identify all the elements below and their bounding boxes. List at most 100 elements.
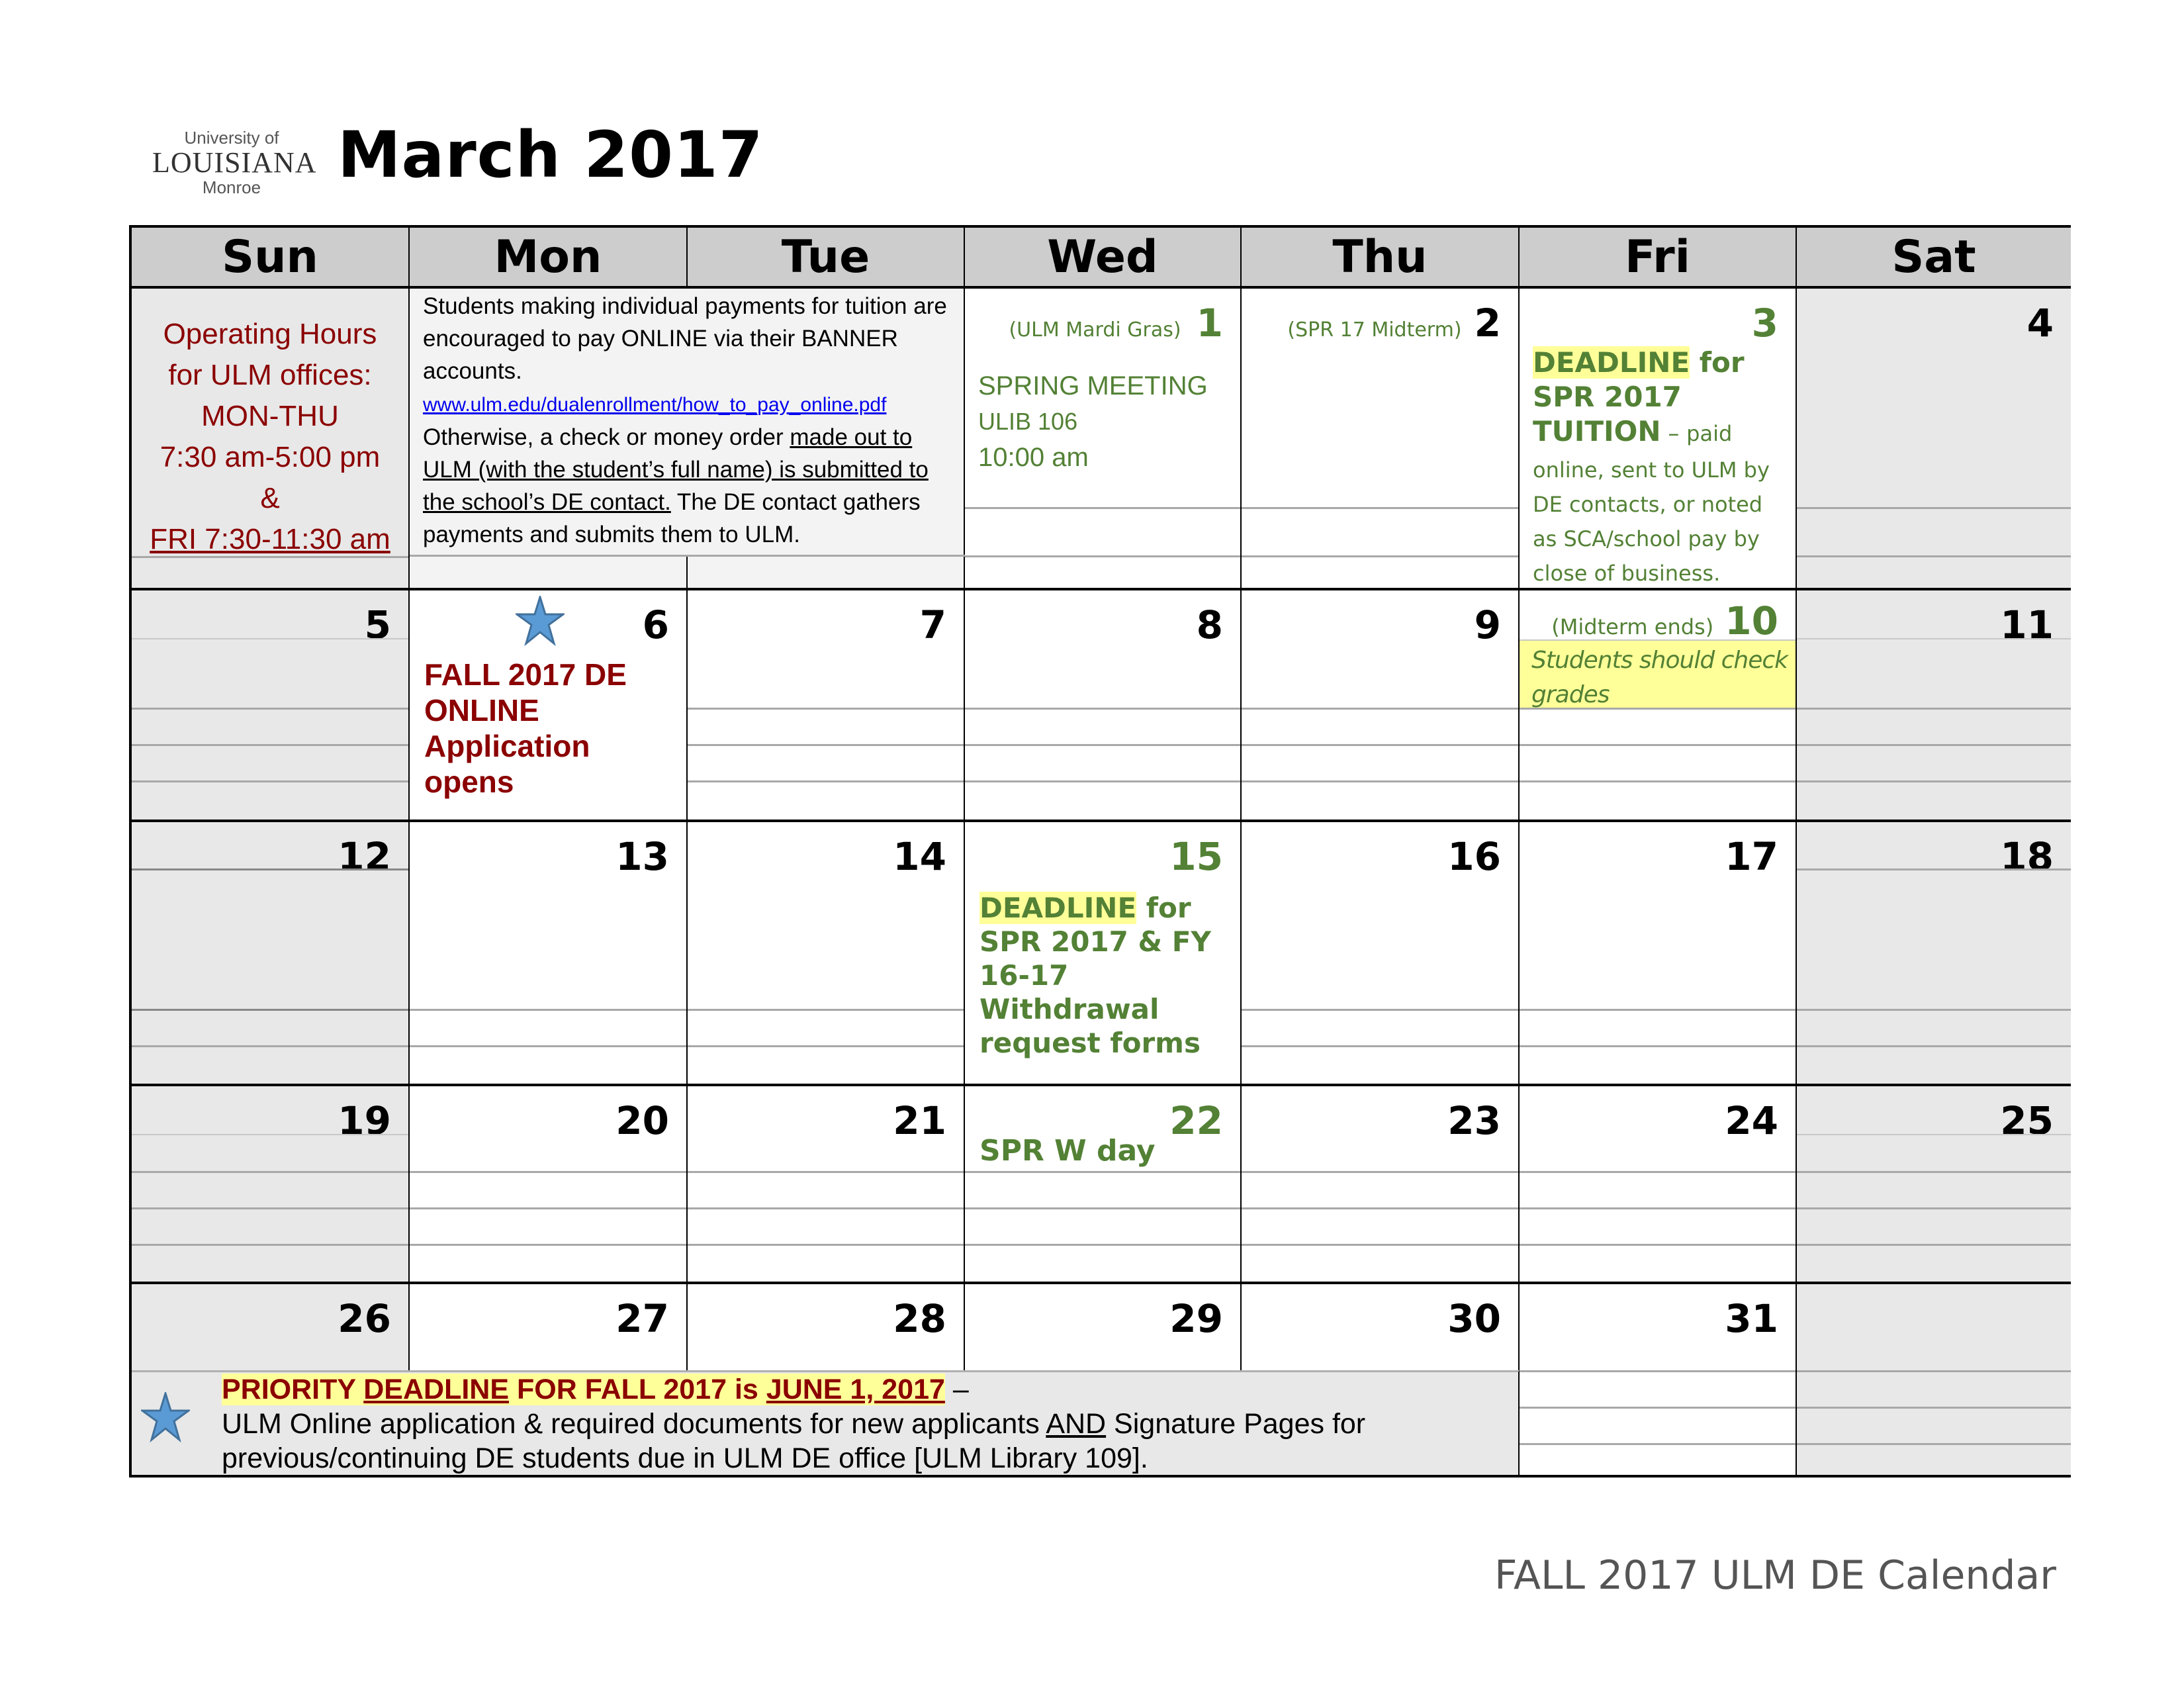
star-icon [141, 1392, 190, 1442]
day-cell-16[interactable]: 16 [1242, 822, 1520, 1086]
day-number: 18 [2000, 834, 2054, 879]
priority-headline: PRIORITY DEADLINE FOR FALL 2017 is JUNE … [222, 1374, 945, 1405]
day-number: 16 [1447, 834, 1501, 879]
pay-online-link[interactable]: www.ulm.edu/dualenrollment/how_to_pay_on… [423, 394, 886, 416]
tuition-deadline: DEADLINE for SPR 2017 TUITION – paid onl… [1533, 346, 1791, 588]
day-label: (SPR 17 Midterm) [1287, 318, 1462, 342]
day-cell-20[interactable]: 20 [410, 1086, 688, 1284]
day-cell-15[interactable]: 15 DEADLINE for SPR 2017 & FY 16-17 With… [965, 822, 1242, 1086]
event-line: ULIB 106 [978, 408, 1078, 435]
priority-text: PRIORITY DEADLINE FOR FALL 2017 is JUNE … [222, 1372, 1506, 1475]
day-number: 19 [338, 1098, 391, 1143]
hours-line: for ULM offices: [168, 359, 372, 391]
logo-line-2: LOUISIANA [152, 146, 317, 179]
priority-date: JUNE 1, 2017 [766, 1374, 945, 1405]
priority-deadline-banner: PRIORITY DEADLINE FOR FALL 2017 is JUNE … [132, 1370, 1520, 1475]
day-cell-22[interactable]: 22 SPR W day [965, 1086, 1242, 1284]
day-cell-27[interactable]: 27 [410, 1284, 688, 1370]
payment-text: Otherwise, a check or money order [423, 424, 790, 450]
day-cell-13[interactable]: 13 [410, 822, 688, 1086]
day-cell-4[interactable]: 4 [1797, 289, 2071, 590]
day-cell-18[interactable]: 18 [1797, 822, 2071, 1086]
day-cell-25[interactable]: 25 [1797, 1086, 2071, 1284]
day-header-sat: Sat [1797, 228, 2071, 289]
deadline-highlight: DEADLINE [979, 892, 1137, 924]
day-cell-29[interactable]: 29 [965, 1284, 1242, 1370]
spring-meeting-event: SPRING MEETING ULIB 106 10:00 am [978, 368, 1208, 475]
day-cell-23[interactable]: 23 [1242, 1086, 1520, 1284]
day-number: 7 [919, 602, 946, 647]
w-day-event: SPR W day [979, 1134, 1156, 1168]
day-cell-9[interactable]: 9 [1242, 590, 1520, 822]
star-icon [516, 596, 565, 646]
mon-feb27-sub [410, 556, 688, 590]
day-cell-30[interactable]: 30 [1242, 1284, 1520, 1370]
day-cell-17[interactable]: 17 [1520, 822, 1797, 1086]
payment-note: Students making individual payments for … [423, 290, 952, 551]
footer-caption: FALL 2017 ULM DE Calendar [1494, 1552, 2056, 1599]
day-cell-12[interactable]: 12 [132, 822, 410, 1086]
day-number: 2 [1474, 301, 1501, 346]
day-number: 20 [615, 1098, 669, 1143]
day-cell-10[interactable]: (Midterm ends) 10 Students should check … [1520, 590, 1797, 822]
day-header-line: (Midterm ends) 10 [1551, 598, 1778, 643]
day-number: 24 [1725, 1098, 1778, 1143]
page-title: March 2017 [338, 118, 764, 192]
day-header-tue: Tue [688, 228, 965, 289]
day-header-thu: Thu [1242, 228, 1520, 289]
day-number: 6 [642, 602, 669, 647]
calendar-grid: Sun Mon Tue Wed Thu Fri Sat Operating Ho… [129, 225, 2071, 1477]
deadline-highlight: DEADLINE [1533, 346, 1690, 379]
day-cell-7[interactable]: 7 [688, 590, 965, 822]
day-cell-3[interactable]: 3 DEADLINE for SPR 2017 TUITION – paid o… [1520, 289, 1797, 590]
day-number: 11 [2000, 602, 2054, 647]
deadline-text: for [1690, 346, 1745, 379]
day-cell-2[interactable]: (SPR 17 Midterm) 2 [1242, 289, 1520, 590]
check-grades-text: Students should check grades [1531, 647, 1788, 708]
priority-detail: ULM Online application & required docume… [222, 1408, 1046, 1440]
operating-hours: Operating Hours for ULM offices: MON-THU… [132, 314, 408, 560]
hours-line: Operating Hours [163, 318, 377, 350]
day-cell-26[interactable]: 26 [132, 1284, 410, 1370]
day-cell-28[interactable]: 28 [688, 1284, 965, 1370]
day-header-fri: Fri [1520, 228, 1797, 289]
day-number: 13 [615, 834, 669, 879]
day-cell-6[interactable]: 6 FALL 2017 DE ONLINE Application opens [410, 590, 688, 822]
withdrawal-deadline: DEADLINE for SPR 2017 & FY 16-17 Withdra… [979, 891, 1238, 1060]
day-cell-24[interactable]: 24 [1520, 1086, 1797, 1284]
day-number: 9 [1474, 602, 1501, 647]
event-line: 10:00 am [978, 443, 1089, 472]
event-line: SPRING MEETING [978, 371, 1208, 400]
day-cell-5[interactable]: 5 [132, 590, 410, 822]
application-opens-event: FALL 2017 DE ONLINE Application opens [424, 657, 627, 799]
day-number: 26 [338, 1296, 391, 1341]
day-number: 5 [364, 602, 391, 647]
day-number: 17 [1725, 834, 1778, 879]
day-cell-11[interactable]: 11 [1797, 590, 2071, 822]
day-cell-8[interactable]: 8 [965, 590, 1242, 822]
day-number: 4 [2026, 301, 2054, 346]
day-number: 10 [1725, 598, 1778, 643]
day-number: 28 [893, 1296, 946, 1341]
priority-detail-underlined: AND [1046, 1408, 1107, 1440]
day-header-sun: Sun [132, 228, 410, 289]
logo-line-3: Monroe [202, 177, 261, 197]
day-number: 12 [338, 834, 391, 879]
day-number: 25 [2000, 1098, 2054, 1143]
priority-part: DEADLINE [363, 1374, 510, 1405]
day-number: 31 [1725, 1296, 1778, 1341]
day-cell-1[interactable]: (ULM Mardi Gras) 1 SPRING MEETING ULIB 1… [965, 289, 1242, 590]
day-cell-21[interactable]: 21 [688, 1086, 965, 1284]
day-header-line: (ULM Mardi Gras) 1 [1009, 301, 1223, 346]
day-number: 30 [1447, 1296, 1501, 1341]
day-number: 29 [1169, 1296, 1223, 1341]
day-number: 21 [893, 1098, 946, 1143]
ulm-logo: University of LOUISIANA Monroe [152, 128, 317, 198]
day-cell-19[interactable]: 19 [132, 1086, 410, 1284]
day-number: 1 [1196, 301, 1223, 346]
day-cell-14[interactable]: 14 [688, 822, 965, 1086]
payment-text: Students making individual payments for … [423, 293, 947, 384]
day-cell-31[interactable]: 31 [1520, 1284, 1797, 1475]
payment-note-cell: Students making individual payments for … [410, 289, 965, 590]
day-cell-feb26-hours: Operating Hours for ULM offices: MON-THU… [132, 289, 410, 590]
